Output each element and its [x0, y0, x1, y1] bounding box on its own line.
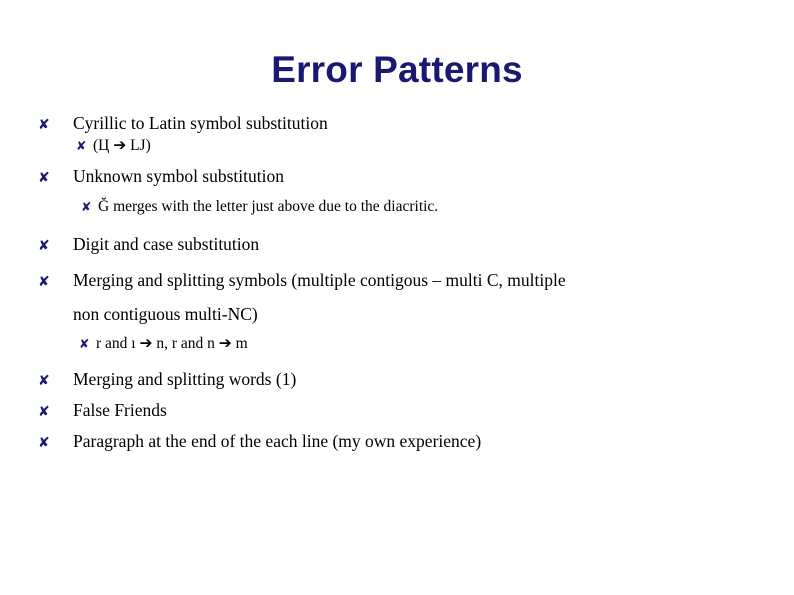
list-item: ✘ Paragraph at the end of the each line … — [0, 430, 794, 453]
bullet-x-icon: ✘ — [38, 116, 50, 132]
sub-list-item-label: r and ı ➔ n, r and n ➔ m — [96, 335, 248, 352]
bullet-x-icon: ✘ — [81, 200, 92, 214]
bullet-x-icon: ✘ — [79, 337, 90, 351]
list-item-label: Cyrillic to Latin symbol substitution — [73, 113, 328, 133]
sub-list-item-label: Ğ merges with the letter just above due … — [98, 198, 439, 215]
bullet-x-icon: ✘ — [38, 403, 50, 419]
list-item: ✘ Unknown symbol substitution — [0, 165, 794, 188]
bullet-x-icon: ✘ — [38, 273, 50, 289]
bullet-list: ✘ Cyrillic to Latin symbol substitution … — [0, 112, 794, 453]
list-item-label: Merging and splitting words (1) — [73, 369, 297, 389]
list-item: ✘ Digit and case substitution — [0, 233, 794, 256]
list-item-label: False Friends — [73, 400, 167, 420]
list-item-label: Merging and splitting symbols (multiple … — [73, 270, 566, 290]
list-item: ✘ Merging and splitting symbols (multipl… — [0, 269, 794, 292]
bullet-x-icon: ✘ — [38, 237, 50, 253]
list-item-label: Digit and case substitution — [73, 234, 260, 254]
list-item-label: Paragraph at the end of the each line (m… — [73, 431, 482, 451]
bullet-x-icon: ✘ — [38, 434, 50, 450]
sub-list-item-label: (Ц ➔ LJ) — [93, 137, 151, 154]
bullet-x-icon: ✘ — [76, 139, 87, 153]
list-item: ✘ Cyrillic to Latin symbol substitution — [0, 112, 794, 135]
bullet-x-icon: ✘ — [38, 169, 50, 185]
slide: Error Patterns ✘ Cyrillic to Latin symbo… — [0, 0, 794, 595]
sub-list-item: ✘ (Ц ➔ LJ) — [0, 135, 794, 157]
list-item: ✘ False Friends — [0, 399, 794, 422]
page-title: Error Patterns — [271, 49, 523, 90]
sub-list-item: ✘ Ğ merges with the letter just above du… — [0, 196, 794, 218]
sub-list-item: ✘ r and ı ➔ n, r and n ➔ m — [0, 333, 794, 355]
list-item-continuation: non contiguous multi-NC) — [73, 304, 258, 324]
list-item: ✘ Merging and splitting words (1) — [0, 368, 794, 391]
list-item-label: Unknown symbol substitution — [73, 166, 284, 186]
bullet-x-icon: ✘ — [38, 372, 50, 388]
